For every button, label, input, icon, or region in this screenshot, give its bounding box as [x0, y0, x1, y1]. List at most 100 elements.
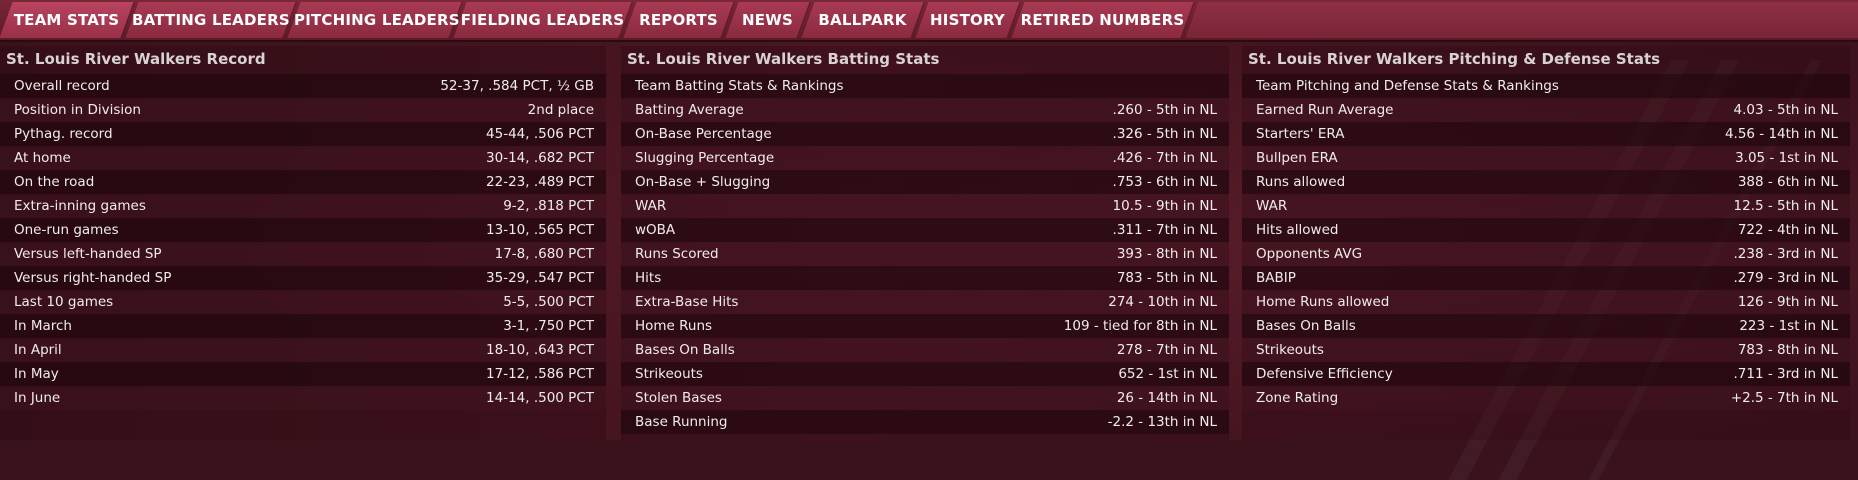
row-label: Batting Average: [635, 102, 744, 118]
row-label: Bases On Balls: [635, 342, 735, 358]
tab-retired-numbers[interactable]: RETIRED NUMBERS: [1011, 2, 1195, 38]
table-row: Strikeouts 652 - 1st in NL: [621, 362, 1229, 386]
row-value: 3-1, .750 PCT: [503, 318, 594, 334]
row-label: Runs allowed: [1256, 174, 1346, 190]
row-label: Strikeouts: [1256, 342, 1324, 358]
row-value: 223 - 1st in NL: [1739, 318, 1838, 334]
table-row: Extra-Base Hits 274 - 10th in NL: [621, 290, 1229, 314]
row-label: Position in Division: [14, 102, 141, 118]
tab-team-stats[interactable]: TEAM STATS: [0, 2, 135, 38]
table-header-row: Team Pitching and Defense Stats & Rankin…: [1242, 74, 1850, 98]
tab-news[interactable]: NEWS: [725, 2, 811, 38]
table-row: In June 14-14, .500 PCT: [0, 386, 606, 410]
row-label: Hits allowed: [1256, 222, 1339, 238]
row-value: 4.56 - 14th in NL: [1724, 126, 1838, 142]
table-row: One-run games 13-10, .565 PCT: [0, 218, 606, 242]
row-value: 5-5, .500 PCT: [503, 294, 594, 310]
row-label: Last 10 games: [14, 294, 114, 310]
row-value: 652 - 1st in NL: [1118, 366, 1217, 382]
row-value: 13-10, .565 PCT: [486, 222, 594, 238]
table-row: Batting Average .260 - 5th in NL: [621, 98, 1229, 122]
table-row: Versus left-handed SP 17-8, .680 PCT: [0, 242, 606, 266]
table-row: In May 17-12, .586 PCT: [0, 362, 606, 386]
row-value: .711 - 3rd in NL: [1733, 366, 1839, 382]
row-value: .753 - 6th in NL: [1112, 174, 1217, 190]
table-row: Last 10 games 5-5, .500 PCT: [0, 290, 606, 314]
tab-history[interactable]: HISTORY: [915, 2, 1021, 38]
row-value: 388 - 6th in NL: [1737, 174, 1838, 190]
row-value: 45-44, .506 PCT: [486, 126, 594, 142]
row-value: 52-37, .584 PCT, ½ GB: [440, 78, 594, 94]
row-value: 17-12, .586 PCT: [486, 366, 594, 382]
row-value: 17-8, .680 PCT: [494, 246, 594, 262]
table-row: Runs allowed 388 - 6th in NL: [1242, 170, 1850, 194]
row-label: At home: [14, 150, 71, 166]
table-row: Overall record 52-37, .584 PCT, ½ GB: [0, 74, 606, 98]
row-value: 22-23, .489 PCT: [486, 174, 594, 190]
row-value: .279 - 3rd in NL: [1733, 270, 1839, 286]
row-value: 274 - 10th in NL: [1108, 294, 1217, 310]
row-label: In June: [14, 390, 61, 406]
row-value: 30-14, .682 PCT: [486, 150, 594, 166]
tab-ballpark[interactable]: BALLPARK: [801, 2, 925, 38]
table-row: Home Runs allowed 126 - 9th in NL: [1242, 290, 1850, 314]
row-label: Defensive Efficiency: [1256, 366, 1393, 382]
row-label: Opponents AVG: [1256, 246, 1363, 262]
tab-reports[interactable]: REPORTS: [623, 2, 735, 38]
table-row: WAR 12.5 - 5th in NL: [1242, 194, 1850, 218]
row-label: In April: [14, 342, 62, 358]
row-label: Starters' ERA: [1256, 126, 1345, 142]
table-header-label: Team Pitching and Defense Stats & Rankin…: [1256, 78, 1559, 94]
row-label: Bases On Balls: [1256, 318, 1356, 334]
panel-title: St. Louis River Walkers Pitching & Defen…: [1248, 50, 1661, 68]
table-row: Slugging Percentage .426 - 7th in NL: [621, 146, 1229, 170]
row-value: .260 - 5th in NL: [1112, 102, 1217, 118]
table-header-row: Team Batting Stats & Rankings: [621, 74, 1229, 98]
row-value: 783 - 8th in NL: [1737, 342, 1838, 358]
row-label: Hits: [635, 270, 662, 286]
tab-fielding-leaders[interactable]: FIELDING LEADERS: [453, 2, 633, 38]
row-label: Pythag. record: [14, 126, 113, 142]
row-label: wOBA: [635, 222, 676, 238]
table-row: On the road 22-23, .489 PCT: [0, 170, 606, 194]
row-label: Base Running: [635, 414, 728, 430]
tab-batting-leaders[interactable]: BATTING LEADERS: [125, 2, 297, 38]
table-row: Strikeouts 783 - 8th in NL: [1242, 338, 1850, 362]
table-row: Stolen Bases 26 - 14th in NL: [621, 386, 1229, 410]
row-label: Runs Scored: [635, 246, 719, 262]
tab-bar: TEAM STATS BATTING LEADERS PITCHING LEAD…: [0, 0, 1858, 42]
row-label: Zone Rating: [1256, 390, 1339, 406]
table-row: WAR 10.5 - 9th in NL: [621, 194, 1229, 218]
table-row: Base Running -2.2 - 13th in NL: [621, 410, 1229, 434]
row-label: Home Runs allowed: [1256, 294, 1390, 310]
batting-panel: St. Louis River Walkers Batting Stats Te…: [621, 46, 1229, 440]
row-value: 18-10, .643 PCT: [486, 342, 594, 358]
table-row: On-Base + Slugging .753 - 6th in NL: [621, 170, 1229, 194]
row-label: In May: [14, 366, 59, 382]
row-label: On-Base Percentage: [635, 126, 772, 142]
record-table: Overall record 52-37, .584 PCT, ½ GB Posit…: [0, 74, 606, 410]
row-label: Overall record: [14, 78, 110, 94]
row-label: Versus right-handed SP: [14, 270, 172, 286]
table-row: Position in Division 2nd place: [0, 98, 606, 122]
row-value: 783 - 5th in NL: [1116, 270, 1217, 286]
row-label: Earned Run Average: [1256, 102, 1394, 118]
row-value: 4.03 - 5th in NL: [1733, 102, 1838, 118]
row-value: 278 - 7th in NL: [1116, 342, 1217, 358]
row-value: 26 - 14th in NL: [1116, 390, 1217, 406]
row-label: WAR: [1256, 198, 1288, 214]
table-row: Versus right-handed SP 35-29, .547 PCT: [0, 266, 606, 290]
row-label: Versus left-handed SP: [14, 246, 162, 262]
row-label: Strikeouts: [635, 366, 703, 382]
table-row: Pythag. record 45-44, .506 PCT: [0, 122, 606, 146]
table-row: Extra-inning games 9-2, .818 PCT: [0, 194, 606, 218]
row-value: 35-29, .547 PCT: [486, 270, 594, 286]
row-label: Slugging Percentage: [635, 150, 775, 166]
row-label: Home Runs: [635, 318, 713, 334]
row-value: 109 - tied for 8th in NL: [1063, 318, 1217, 334]
table-row: Zone Rating +2.5 - 7th in NL: [1242, 386, 1850, 410]
table-row: At home 30-14, .682 PCT: [0, 146, 606, 170]
tab-bar-filler: [1185, 2, 1858, 38]
tab-pitching-leaders[interactable]: PITCHING LEADERS: [287, 2, 463, 38]
row-value: 3.05 - 1st in NL: [1735, 150, 1838, 166]
